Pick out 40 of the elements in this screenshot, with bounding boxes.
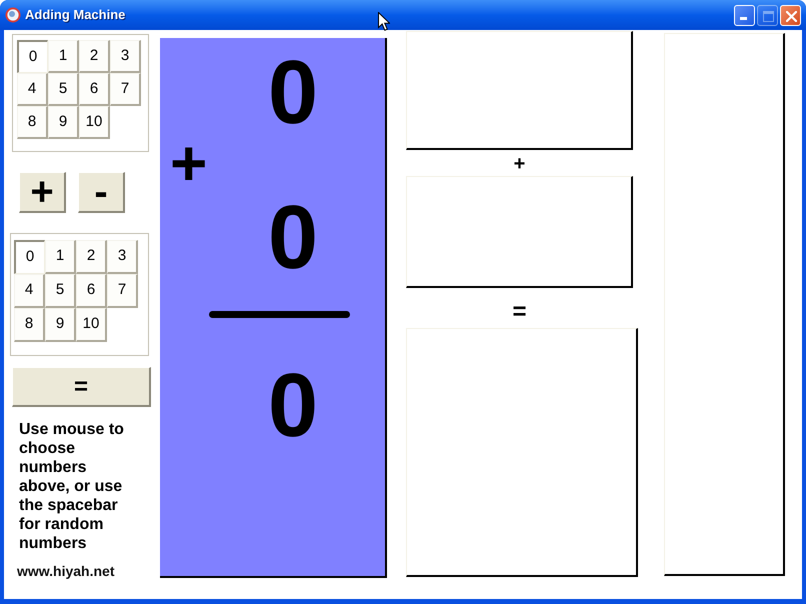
- answer-number: 0: [267, 361, 320, 451]
- number-key[interactable]: 0: [17, 40, 48, 73]
- close-icon: [786, 10, 797, 22]
- number-key[interactable]: 7: [110, 73, 141, 106]
- number-key[interactable]: 8: [17, 106, 48, 139]
- equals-button[interactable]: =: [12, 367, 151, 407]
- number-key[interactable]: 9: [45, 308, 76, 342]
- close-button[interactable]: [780, 4, 801, 26]
- website-url: www.hiyah.net: [17, 563, 114, 579]
- second-number: 0: [267, 193, 320, 283]
- number-key[interactable]: 6: [79, 73, 110, 106]
- number-key[interactable]: 5: [45, 274, 76, 308]
- number-key[interactable]: 4: [14, 274, 45, 308]
- first-number: 0: [267, 48, 320, 138]
- number-key[interactable]: 9: [48, 106, 79, 139]
- number-key[interactable]: 3: [107, 240, 138, 274]
- disc-icon: [5, 7, 21, 23]
- number-key[interactable]: 3: [110, 40, 141, 73]
- operator-sign: +: [514, 152, 526, 176]
- number-key[interactable]: 6: [76, 274, 107, 308]
- number-key[interactable]: 10: [79, 106, 110, 139]
- operator-sign: +: [169, 138, 208, 188]
- instructions-text: Use mouse to choose numbers above, or use the spacebar for random numbers: [19, 420, 125, 553]
- minimize-icon: [740, 16, 747, 20]
- number-key[interactable]: 1: [48, 40, 79, 73]
- number-key[interactable]: 7: [107, 274, 138, 308]
- operator-button[interactable]: -: [78, 172, 125, 213]
- number-key[interactable]: 5: [48, 73, 79, 106]
- maximize-icon: [763, 10, 774, 22]
- number-key[interactable]: 10: [76, 308, 107, 342]
- window-title: Adding Machine: [25, 7, 126, 23]
- number-key[interactable]: 8: [14, 308, 45, 342]
- number-key[interactable]: 2: [76, 240, 107, 274]
- number-key[interactable]: 1: [45, 240, 76, 274]
- minimize-button[interactable]: [734, 4, 755, 26]
- number-key[interactable]: 4: [17, 73, 48, 106]
- operator-sign: =: [512, 297, 526, 327]
- number-key[interactable]: 2: [79, 40, 110, 73]
- operator-button[interactable]: +: [19, 172, 66, 213]
- number-key[interactable]: 0: [14, 240, 45, 274]
